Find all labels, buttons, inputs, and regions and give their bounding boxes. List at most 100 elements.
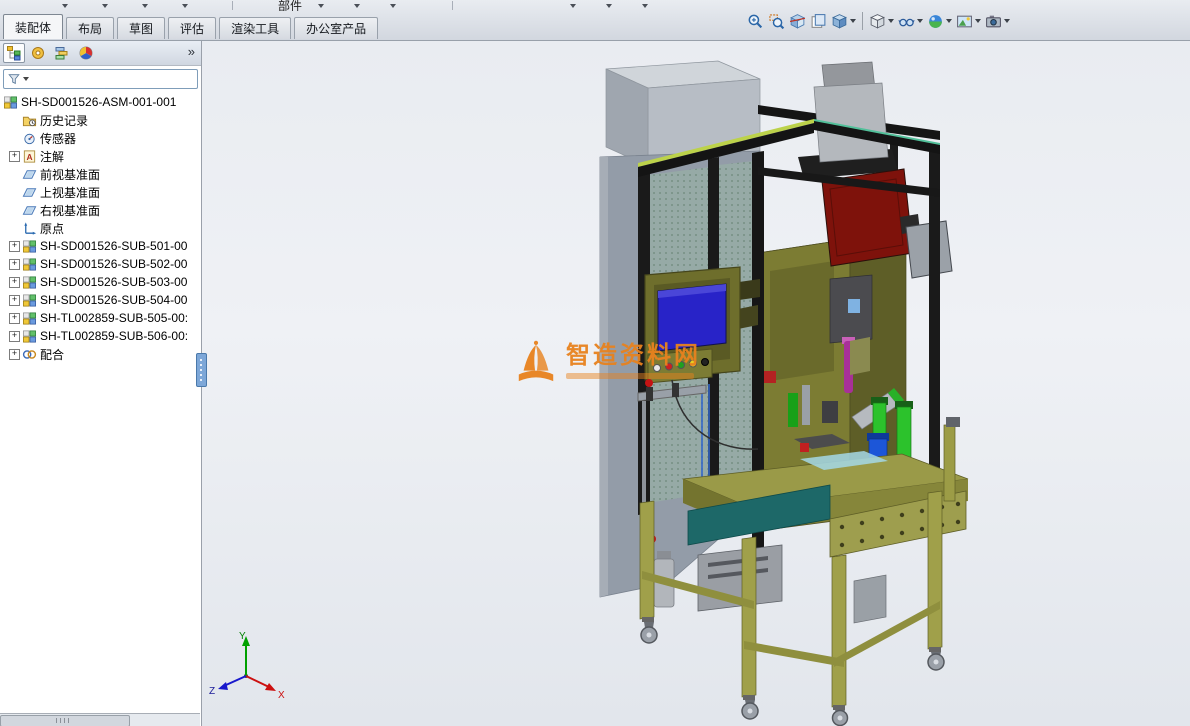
toolbar-fragment[interactable] bbox=[570, 2, 576, 8]
sensors-icon bbox=[22, 131, 37, 146]
panel-overflow-chevron[interactable]: » bbox=[188, 44, 195, 59]
dropdown-caret[interactable] bbox=[1004, 19, 1010, 23]
watermark: 智造资料网 bbox=[514, 337, 701, 389]
headsup-button[interactable] bbox=[787, 12, 808, 31]
headsup-button[interactable] bbox=[954, 12, 983, 31]
headsup-button[interactable] bbox=[766, 12, 787, 31]
expand-toggle[interactable] bbox=[9, 348, 20, 360]
tree-item[interactable]: 配合 bbox=[0, 345, 201, 363]
tree-item[interactable]: 上视基准面 bbox=[0, 183, 201, 201]
display-manager-icon bbox=[78, 45, 94, 61]
assembly-icon bbox=[22, 239, 37, 254]
dropdown-caret[interactable] bbox=[975, 19, 981, 23]
dropdown-caret[interactable] bbox=[888, 19, 894, 23]
headsup-button[interactable] bbox=[925, 12, 954, 31]
tree-item-label: 原点 bbox=[40, 221, 65, 236]
solidworks-window: 部件 装配体 布局 草图 评估 渲染工具 办公室产品 » SH-SD001526… bbox=[0, 0, 1190, 726]
toolbar-fragment[interactable] bbox=[642, 2, 648, 8]
tree-item-label: SH-TL002859-SUB-506-00: bbox=[40, 329, 189, 343]
tree-item[interactable]: SH-SD001526-SUB-504-00 bbox=[0, 291, 201, 309]
view-orientation-icon bbox=[831, 13, 848, 30]
manager-tab[interactable] bbox=[51, 43, 73, 63]
expand-toggle[interactable] bbox=[9, 150, 20, 162]
expand-toggle[interactable] bbox=[9, 240, 20, 252]
manager-tab[interactable] bbox=[27, 43, 49, 63]
command-tab-label: 装配体 bbox=[15, 20, 52, 35]
headsup-button[interactable] bbox=[867, 12, 896, 31]
assembly-icon bbox=[22, 275, 37, 290]
manager-tab[interactable] bbox=[3, 43, 25, 63]
filter-dropdown-caret[interactable] bbox=[23, 77, 29, 81]
toolbar-fragment[interactable] bbox=[390, 2, 396, 8]
tree-item[interactable]: 右视基准面 bbox=[0, 201, 201, 219]
toolbar-separator bbox=[452, 1, 453, 10]
headsup-button[interactable] bbox=[808, 12, 829, 31]
tree-item[interactable]: 历史记录 bbox=[0, 111, 201, 129]
toolbar-fragment[interactable] bbox=[354, 2, 360, 8]
assembly-icon bbox=[22, 257, 37, 272]
tree-item[interactable]: SH-SD001526-SUB-501-00 bbox=[0, 237, 201, 255]
command-tab[interactable]: 办公室产品 bbox=[294, 17, 379, 39]
headsup-button[interactable] bbox=[745, 12, 766, 31]
tree-item[interactable]: SH-TL002859-SUB-505-00: bbox=[0, 309, 201, 327]
headsup-button[interactable] bbox=[983, 12, 1012, 31]
tree-item-label: SH-SD001526-ASM-001-001 bbox=[21, 95, 177, 109]
toolbar-fragment[interactable] bbox=[182, 2, 188, 8]
command-tab-label: 办公室产品 bbox=[306, 22, 367, 36]
dropdown-caret[interactable] bbox=[917, 19, 923, 23]
toolbar-fragment-label[interactable]: 部件 bbox=[278, 0, 302, 11]
triad-z-label: Z bbox=[209, 686, 215, 697]
toolbar-fragment[interactable] bbox=[606, 2, 612, 8]
feature-tree-icon bbox=[6, 45, 22, 61]
panel-horizontal-scrollbar[interactable] bbox=[0, 713, 200, 726]
headsup-button[interactable] bbox=[829, 12, 858, 31]
tree-item[interactable]: SH-SD001526-SUB-503-00 bbox=[0, 273, 201, 291]
assembly-icon bbox=[3, 95, 18, 110]
dropdown-caret[interactable] bbox=[946, 19, 952, 23]
tree-item-label: SH-SD001526-SUB-501-00 bbox=[40, 239, 188, 253]
triad-x-label: X bbox=[278, 690, 285, 701]
annotations-icon bbox=[22, 149, 37, 164]
tree-item-label: SH-SD001526-SUB-502-00 bbox=[40, 257, 188, 271]
expand-toggle[interactable] bbox=[9, 276, 20, 288]
assembly-icon bbox=[22, 311, 37, 326]
tree-item-label: 注解 bbox=[40, 149, 65, 164]
panel-splitter-handle[interactable] bbox=[196, 353, 207, 387]
toolbar-fragment[interactable] bbox=[142, 2, 148, 8]
tree-filter-box[interactable] bbox=[3, 69, 198, 89]
tree-item[interactable]: 传感器 bbox=[0, 129, 201, 147]
toolbar-fragment[interactable] bbox=[102, 2, 108, 8]
history-icon bbox=[22, 113, 37, 128]
tree-item[interactable]: SH-TL002859-SUB-506-00: bbox=[0, 327, 201, 345]
dropdown-caret[interactable] bbox=[850, 19, 856, 23]
toolbar-fragment[interactable] bbox=[318, 2, 324, 8]
expand-toggle[interactable] bbox=[9, 312, 20, 324]
manager-tab[interactable] bbox=[75, 43, 97, 63]
tree-item[interactable]: 前视基准面 bbox=[0, 165, 201, 183]
command-tab[interactable]: 渲染工具 bbox=[219, 17, 292, 39]
command-tab[interactable]: 布局 bbox=[66, 17, 115, 39]
scrollbar-thumb[interactable] bbox=[0, 715, 130, 726]
expand-toggle[interactable] bbox=[9, 294, 20, 306]
command-tab[interactable]: 草图 bbox=[117, 17, 166, 39]
tree-item[interactable]: SH-SD001526-ASM-001-001 bbox=[0, 93, 201, 111]
section-view-icon bbox=[789, 13, 806, 30]
command-tab[interactable]: 评估 bbox=[168, 17, 217, 39]
command-manager: 部件 装配体 布局 草图 评估 渲染工具 办公室产品 bbox=[0, 0, 1190, 41]
watermark-logo-icon bbox=[518, 340, 554, 382]
command-tab-label: 渲染工具 bbox=[231, 22, 280, 36]
tree-item[interactable]: 注解 bbox=[0, 147, 201, 165]
hide-show-items-icon bbox=[898, 13, 915, 30]
watermark-text: 智造资料网 bbox=[566, 342, 701, 369]
tree-item-label: 右视基准面 bbox=[40, 203, 101, 218]
viewport-3d[interactable]: 智造资料网 Y X Z bbox=[202, 41, 1190, 726]
tree-item[interactable]: 原点 bbox=[0, 219, 201, 237]
watermark-subline bbox=[566, 373, 694, 380]
expand-toggle[interactable] bbox=[9, 330, 20, 342]
tree-item[interactable]: SH-SD001526-SUB-502-00 bbox=[0, 255, 201, 273]
headsup-button[interactable] bbox=[896, 12, 925, 31]
toolbar-fragment[interactable] bbox=[62, 2, 68, 8]
tree-item-label: 上视基准面 bbox=[40, 185, 101, 200]
command-tab[interactable]: 装配体 bbox=[3, 14, 64, 39]
expand-toggle[interactable] bbox=[9, 258, 20, 270]
